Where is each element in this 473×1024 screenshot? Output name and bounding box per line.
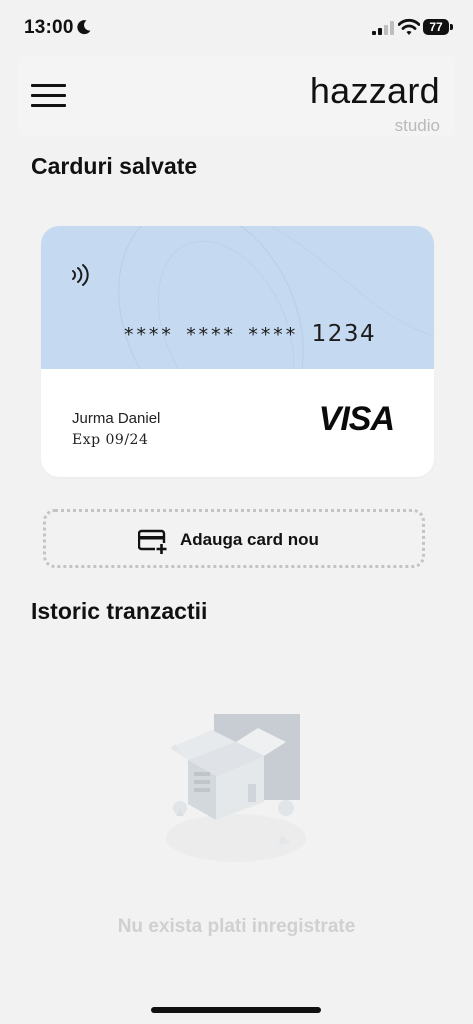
add-card-label: Adauga card nou [180,530,319,549]
home-indicator[interactable] [151,1007,321,1013]
brand-logo-sub: studio [394,116,440,135]
battery-level: 77 [423,19,449,35]
battery-icon: 77 [423,19,453,35]
transactions-title: Istoric tranzactii [31,598,208,624]
add-card-icon [138,529,168,555]
card-pattern [118,226,434,369]
empty-state-text: Nu exista plati inregistrate [117,916,356,937]
signal-icon [372,21,394,35]
saved-cards-title: Carduri salvate [31,153,198,179]
card-face: **** **** **** 1234 [41,226,434,369]
status-bar: 13:00 77 [0,0,473,56]
card-expiry: Exp 09/24 [72,432,149,448]
status-time: 13:00 [24,17,74,38]
brand-logo-name: hazzard [309,70,440,111]
nfc-icon [72,264,89,286]
card-number-masked: **** **** **** [123,324,298,346]
wifi-icon [398,18,420,35]
moon-icon [77,20,91,35]
card-number: **** **** **** 1234 [123,321,376,347]
empty-box-illustration [166,714,306,862]
menu-icon[interactable] [31,84,66,110]
visa-logo: VISA [318,400,395,438]
add-card-button[interactable]: Adauga card nou [43,509,425,568]
saved-card[interactable]: **** **** **** 1234 Jurma Daniel Exp 09/… [41,226,434,477]
card-holder: Jurma Daniel [72,410,161,427]
card-number-last4: 1234 [311,321,377,347]
